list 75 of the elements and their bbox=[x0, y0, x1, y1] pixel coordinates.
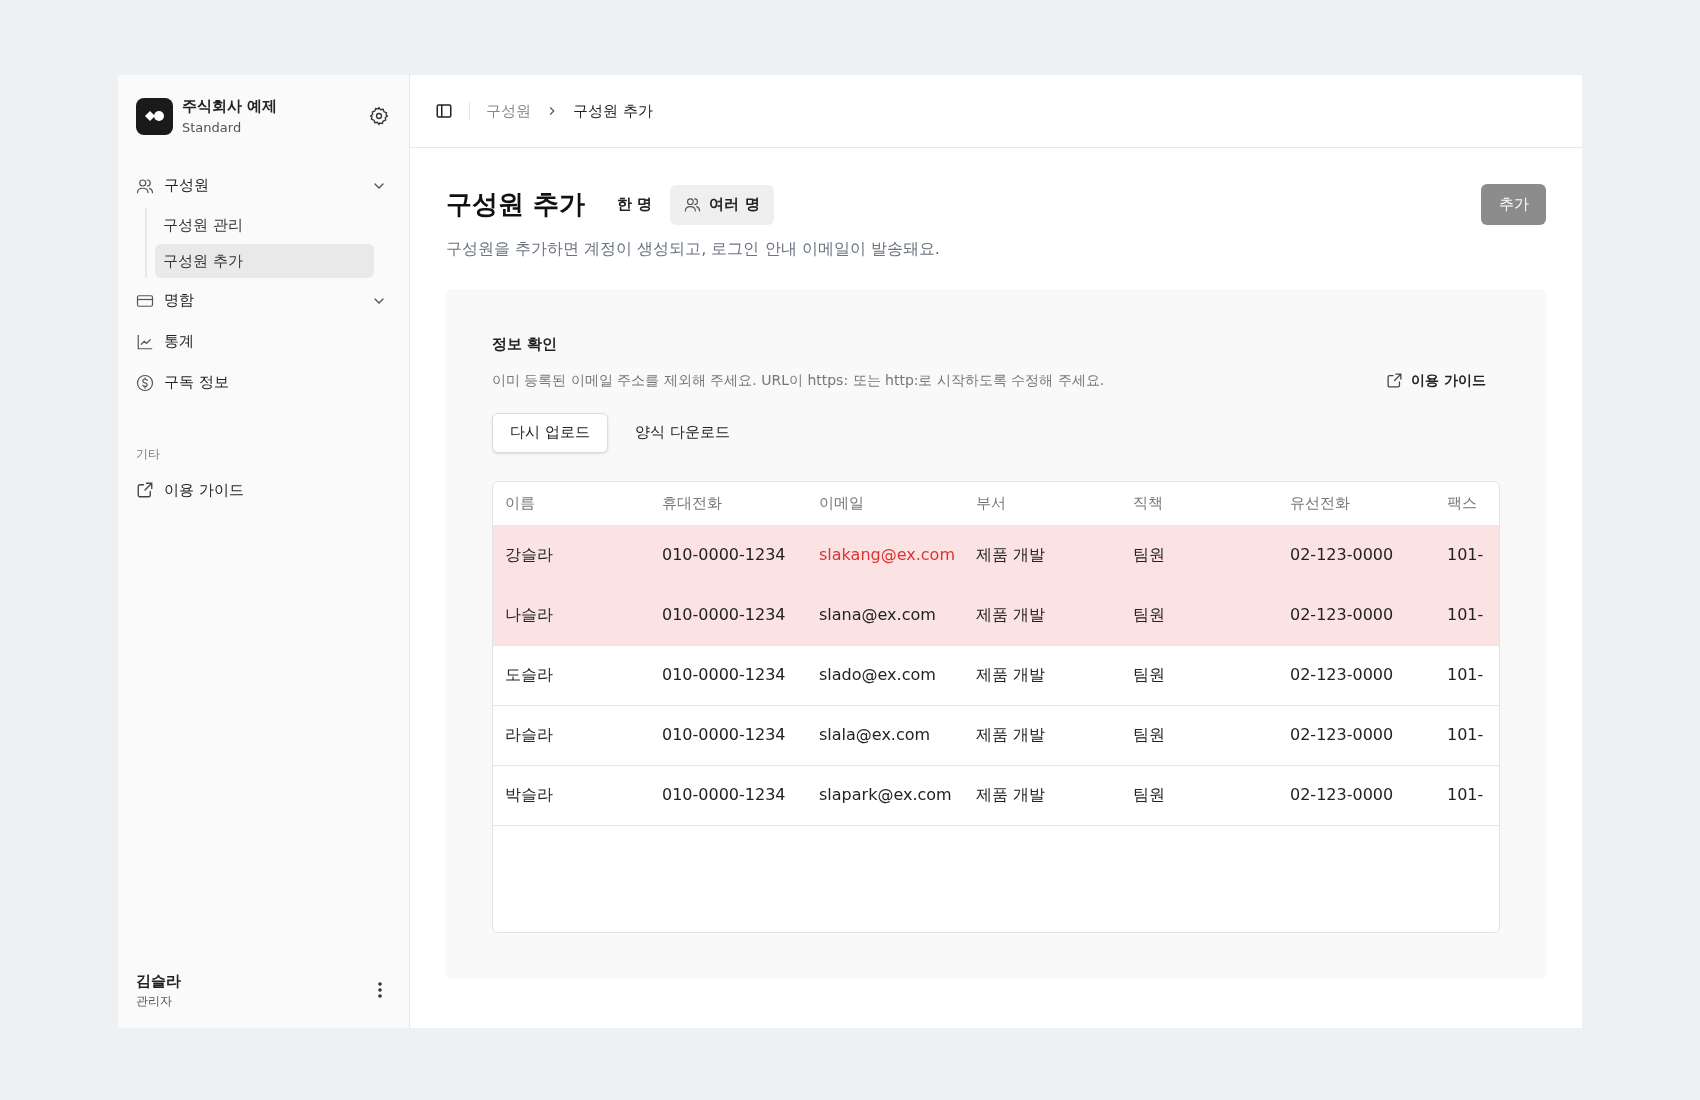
workspace-name: 주식회사 예제 bbox=[182, 96, 279, 117]
external-link-icon bbox=[1386, 371, 1404, 389]
table-cell-text: 강슬라 bbox=[504, 544, 554, 566]
reupload-button[interactable]: 다시 업로드 bbox=[492, 412, 608, 453]
table-cell-text: 제품 개발 bbox=[975, 724, 1047, 746]
column-header: 팩스 bbox=[1446, 492, 1478, 514]
table-cell-text: slapark@ex.com bbox=[818, 784, 953, 806]
mode-tab[interactable]: 여러 명 bbox=[670, 184, 774, 225]
table-cell-text: 101- bbox=[1446, 544, 1485, 566]
nav-item[interactable]: 이용 가이드 bbox=[136, 471, 391, 509]
table-cell-text: 010-0000-1234 bbox=[661, 724, 787, 746]
sidebar-toggle-icon[interactable] bbox=[435, 102, 453, 120]
table-cell-text: 101- bbox=[1446, 664, 1485, 686]
table-cell-text: 팀원 bbox=[1132, 724, 1166, 746]
user-role: 관리자 bbox=[136, 993, 173, 1010]
table-cell-text: 제품 개발 bbox=[975, 544, 1047, 566]
table-cell-text: 02-123-0000 bbox=[1289, 604, 1395, 626]
table-cell-text: 010-0000-1234 bbox=[661, 784, 787, 806]
nav-subitem[interactable]: 구성원 관리 bbox=[155, 208, 374, 242]
table-cell-text: 010-0000-1234 bbox=[661, 544, 787, 566]
table-cell-text: 010-0000-1234 bbox=[661, 664, 787, 686]
table-cell-text: 도슬라 bbox=[504, 664, 554, 686]
table-cell-text: 라슬라 bbox=[504, 724, 554, 746]
table-cell-text: 010-0000-1234 bbox=[661, 604, 787, 626]
column-header: 이메일 bbox=[818, 492, 865, 514]
logo-icon bbox=[136, 97, 173, 135]
table-cell-text: 팀원 bbox=[1132, 784, 1166, 806]
table-cell-text: slala@ex.com bbox=[818, 724, 932, 746]
column-header: 부서 bbox=[975, 492, 1007, 514]
table-cell-text: 제품 개발 bbox=[975, 664, 1047, 686]
nav-item[interactable]: 명함 bbox=[136, 280, 391, 321]
external-link-icon bbox=[136, 481, 154, 499]
table-cell-text: 101- bbox=[1446, 784, 1485, 806]
settings-icon[interactable] bbox=[369, 106, 389, 126]
column-header: 유선전화 bbox=[1289, 492, 1351, 514]
table-cell-text: slado@ex.com bbox=[818, 664, 937, 686]
hint-text: 이미 등록된 이메일 주소를 제외해 주세요. URL이 https: 또는 http:로 시작하도록 수정해 주세요. bbox=[492, 370, 1106, 390]
page-title: 구성원 추가 bbox=[446, 188, 586, 221]
column-header: 이름 bbox=[504, 492, 536, 514]
table-cell-text: 02-123-0000 bbox=[1289, 664, 1395, 686]
users-icon bbox=[136, 176, 154, 195]
table-cell-text: 팀원 bbox=[1132, 604, 1166, 626]
table-cell-text: 101- bbox=[1446, 724, 1485, 746]
table-cell-text: 제품 개발 bbox=[975, 604, 1047, 626]
table-cell-text: 나슬라 bbox=[504, 604, 554, 626]
line-chart-icon bbox=[136, 332, 154, 351]
column-header: 직책 bbox=[1132, 492, 1164, 514]
table-cell-text: 팀원 bbox=[1132, 664, 1166, 686]
table-cell-text: 팀원 bbox=[1132, 544, 1166, 566]
section-title: 기타 bbox=[136, 446, 161, 463]
breadcrumb-item[interactable]: 구성원 bbox=[486, 99, 531, 123]
user-name: 김슬라 bbox=[136, 970, 182, 992]
column-header: 휴대전화 bbox=[661, 492, 723, 514]
nav-item[interactable]: 통계 bbox=[136, 321, 391, 362]
page-description: 구성원을 추가하면 계정이 생성되고, 로그인 안내 이메일이 발송돼요. bbox=[446, 238, 941, 260]
table-cell-text: 02-123-0000 bbox=[1289, 784, 1395, 806]
nav-subitem[interactable]: 구성원 추가 bbox=[155, 244, 374, 278]
mode-tab[interactable]: 한 명 bbox=[603, 184, 667, 225]
table-cell-text: 02-123-0000 bbox=[1289, 724, 1395, 746]
table-cell-text: 101- bbox=[1446, 604, 1485, 626]
more-icon[interactable] bbox=[377, 980, 383, 999]
table-cell-text: slana@ex.com bbox=[818, 604, 937, 626]
table-cell-text: slakang@ex.com bbox=[818, 544, 956, 566]
users-icon bbox=[684, 196, 702, 213]
table-cell-text: 02-123-0000 bbox=[1289, 544, 1395, 566]
guide-link[interactable]: 이용 가이드 bbox=[1386, 369, 1486, 391]
breadcrumb-item: 구성원 추가 bbox=[573, 100, 653, 122]
section-title: 정보 확인 bbox=[492, 334, 559, 355]
dollar-icon bbox=[136, 373, 154, 392]
table-cell-text: 박슬라 bbox=[504, 784, 554, 806]
nav-item[interactable]: 구독 정보 bbox=[136, 362, 391, 403]
download-template-button[interactable]: 양식 다운로드 bbox=[617, 412, 747, 453]
workspace-plan: Standard bbox=[182, 118, 243, 137]
nav-item[interactable]: 구성원 bbox=[136, 165, 391, 206]
table-cell-text: 제품 개발 bbox=[975, 784, 1047, 806]
